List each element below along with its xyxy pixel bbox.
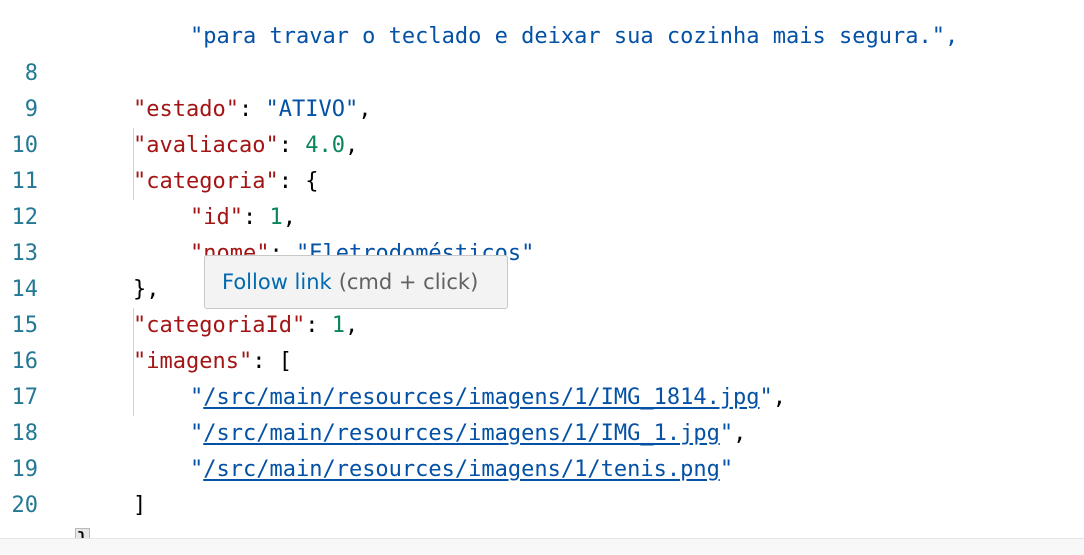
code-line: 15 "imagens": [ xyxy=(0,272,1084,374)
code-line: 9 "avaliacao": 4.0, xyxy=(0,56,1084,158)
line-number: 20 xyxy=(11,493,39,518)
follow-link-tooltip: Follow link (cmd + click) xyxy=(204,255,508,309)
code-line: 11 "id": 1, xyxy=(0,128,1084,230)
code-line: 16 "/src/main/resources/imagens/1/IMG_18… xyxy=(0,308,1084,410)
bottom-panel-edge xyxy=(0,538,1084,555)
code-line: 14 "categoriaId": 1, xyxy=(0,236,1084,338)
follow-link-shortcut-hint: (cmd + click) xyxy=(338,270,479,294)
code-line: 8 "estado": "ATIVO", xyxy=(0,20,1084,122)
code-line: 17 "/src/main/resources/imagens/1/IMG_1.… xyxy=(0,344,1084,446)
code-line: 18 "/src/main/resources/imagens/1/tenis.… xyxy=(0,380,1084,482)
code-line-partial: "para travar o teclado e deixar sua cozi… xyxy=(0,0,1084,49)
follow-link-action[interactable]: Follow link xyxy=(222,270,332,294)
code-line: 19 ] xyxy=(0,416,1084,518)
code-editor[interactable]: "para travar o teclado e deixar sua cozi… xyxy=(0,0,1084,538)
code-line: 12 "nome": "Eletrodomésticos" xyxy=(0,164,1084,266)
code-line: 10 "categoria": { xyxy=(0,92,1084,194)
code-line: 13 }, xyxy=(0,200,1084,302)
close-bracket: ] xyxy=(133,493,147,518)
code-line: 20 } xyxy=(0,452,1084,538)
matched-bracket: } xyxy=(74,528,91,538)
